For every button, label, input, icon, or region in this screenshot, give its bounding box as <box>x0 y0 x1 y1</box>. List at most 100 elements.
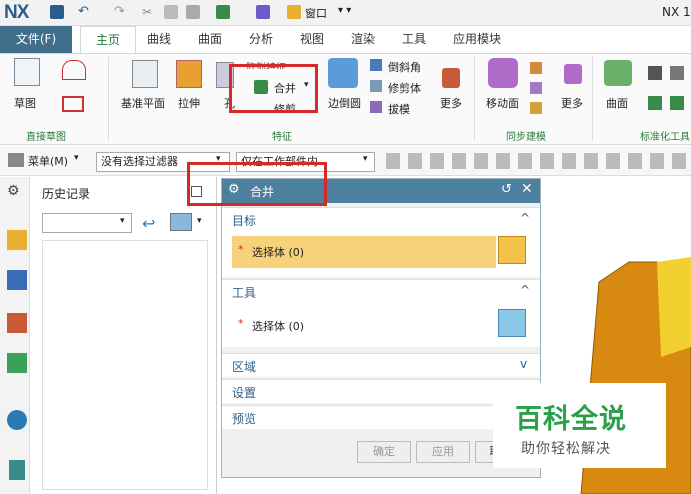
web-browser-icon[interactable] <box>7 410 27 430</box>
settings-gear-icon[interactable]: ⚙ <box>7 183 20 199</box>
extrude-label[interactable]: 拉伸 <box>178 95 200 111</box>
target-select-label[interactable]: 选择体 (0) <box>252 244 304 260</box>
touch-mode-icon[interactable] <box>216 5 230 19</box>
redo-icon[interactable]: ↷ <box>114 5 128 19</box>
delete-face-icon[interactable] <box>530 82 542 94</box>
section-tool-body: * 选择体 (0) <box>222 303 540 347</box>
window-menu-dropdown-icon[interactable]: ▾ ▾ <box>338 5 351 16</box>
back-arrow-icon[interactable]: ↩ <box>142 214 155 233</box>
extrude-icon[interactable] <box>176 60 202 88</box>
edge-blend-icon[interactable] <box>328 58 358 88</box>
snap-toolbar-icons[interactable] <box>386 153 686 169</box>
profile-icon[interactable] <box>62 60 86 80</box>
tab-render[interactable]: 渲染 <box>351 26 375 53</box>
surface-label[interactable]: 曲面 <box>606 95 628 111</box>
tool-body-cube-icon[interactable] <box>498 309 526 337</box>
std-tool-icon-1[interactable] <box>648 66 662 80</box>
std-tool-icon-2[interactable] <box>670 66 684 80</box>
resource-bar <box>0 177 30 494</box>
offset-region-icon[interactable] <box>530 102 542 114</box>
tab-file[interactable]: 文件(F) <box>0 26 72 53</box>
section-region-header[interactable]: 区域 v <box>222 353 540 377</box>
required-marker: * <box>238 317 244 330</box>
section-preview-title: 预览 <box>232 412 257 426</box>
reset-icon[interactable]: ↺ <box>501 182 512 197</box>
surface-icon[interactable] <box>604 60 632 86</box>
section-target-header[interactable]: 目标 ^ <box>222 207 540 231</box>
title-bar: NX ↶ ↷ ✂ 窗口 ▾ ▾ NX 1 <box>0 0 691 26</box>
collapse-icon[interactable]: ^ <box>520 283 530 297</box>
std-tool-icon-4[interactable] <box>670 96 684 110</box>
chamfer-icon[interactable] <box>370 59 382 71</box>
copy-icon[interactable] <box>164 5 178 19</box>
paste-icon[interactable] <box>186 5 200 19</box>
undo-icon[interactable]: ↶ <box>78 5 92 19</box>
history-filter-dropdown-icon[interactable]: ▾ <box>120 216 125 226</box>
section-tool-header[interactable]: 工具 ^ <box>222 279 540 303</box>
more-features-icon[interactable] <box>442 68 460 88</box>
part-navigator-icon[interactable] <box>7 313 27 333</box>
tab-home[interactable]: 主页 <box>80 26 136 53</box>
ribbon-separator <box>108 57 109 141</box>
tab-tools[interactable]: 工具 <box>402 26 426 53</box>
tool-select-label[interactable]: 选择体 (0) <box>252 318 304 334</box>
image-view-icon[interactable] <box>170 213 192 231</box>
scope-dropdown-icon[interactable]: ▾ <box>363 154 368 164</box>
trim-body-icon[interactable] <box>370 80 382 92</box>
tab-surface[interactable]: 曲面 <box>198 26 222 53</box>
history-list[interactable] <box>42 240 208 490</box>
section-settings-title: 设置 <box>232 386 257 400</box>
constraint-navigator-icon[interactable] <box>7 270 27 290</box>
tab-applications[interactable]: 应用模块 <box>453 26 501 53</box>
cut-icon[interactable]: ✂ <box>142 5 156 19</box>
draft-label[interactable]: 拔模 <box>388 101 410 117</box>
close-icon[interactable]: ✕ <box>521 181 533 197</box>
menu-dropdown-icon[interactable]: ▾ <box>74 153 79 163</box>
unite-highlight-box <box>229 64 318 113</box>
sketch-icon[interactable] <box>14 58 40 86</box>
ok-button[interactable]: 确定 <box>357 441 411 463</box>
ribbon-separator <box>474 57 475 141</box>
window-icon[interactable] <box>287 5 301 19</box>
assembly-navigator-icon[interactable] <box>7 230 27 250</box>
ribbon-separator <box>592 57 593 141</box>
sync-more-label[interactable]: 更多 <box>561 95 583 111</box>
replace-face-icon[interactable] <box>530 62 542 74</box>
reuse-library-icon[interactable] <box>7 353 27 373</box>
app-title: NX 1 <box>662 5 691 19</box>
datum-plane-label[interactable]: 基准平面 <box>121 95 165 111</box>
watermark-subtitle: 助你轻松解决 <box>521 441 611 457</box>
nx-logo: NX <box>4 2 29 23</box>
window-menu[interactable]: 窗口 <box>305 5 327 21</box>
dialog-highlight-box <box>187 162 327 206</box>
std-tool-icon-3[interactable] <box>648 96 662 110</box>
collapse-icon[interactable]: ^ <box>520 211 530 225</box>
tab-analysis[interactable]: 分析 <box>249 26 273 53</box>
move-face-label[interactable]: 移动面 <box>486 95 519 111</box>
select-body-cube-icon[interactable] <box>498 236 526 264</box>
menu-button[interactable]: 菜单(M) <box>28 153 68 169</box>
sketch-button-label[interactable]: 草图 <box>14 95 36 111</box>
repeat-command-icon[interactable] <box>256 5 270 19</box>
more-features-label[interactable]: 更多 <box>440 95 462 111</box>
menu-icon[interactable] <box>8 153 24 167</box>
rectangle-icon[interactable] <box>62 96 84 112</box>
sync-more-icon[interactable] <box>564 64 582 84</box>
tab-view[interactable]: 视图 <box>300 26 324 53</box>
watermark-title: 百科全说 <box>515 404 627 435</box>
move-face-icon[interactable] <box>488 58 518 88</box>
edge-blend-label[interactable]: 边倒圆 <box>328 95 361 111</box>
group-label-direct-sketch: 直接草图 <box>26 132 66 143</box>
chamfer-label[interactable]: 倒斜角 <box>388 59 421 75</box>
required-marker: * <box>238 243 244 256</box>
datum-plane-icon[interactable] <box>132 60 158 88</box>
trim-body-label[interactable]: 修剪体 <box>388 80 421 96</box>
expand-icon[interactable]: v <box>520 357 527 371</box>
view-dropdown-icon[interactable]: ▾ <box>197 216 202 226</box>
history-icon[interactable] <box>9 460 25 480</box>
draft-icon[interactable] <box>370 101 382 113</box>
save-icon[interactable] <box>50 5 64 19</box>
apply-button[interactable]: 应用 <box>416 441 470 463</box>
history-filter-select[interactable] <box>42 213 132 233</box>
tab-curve[interactable]: 曲线 <box>147 26 171 53</box>
